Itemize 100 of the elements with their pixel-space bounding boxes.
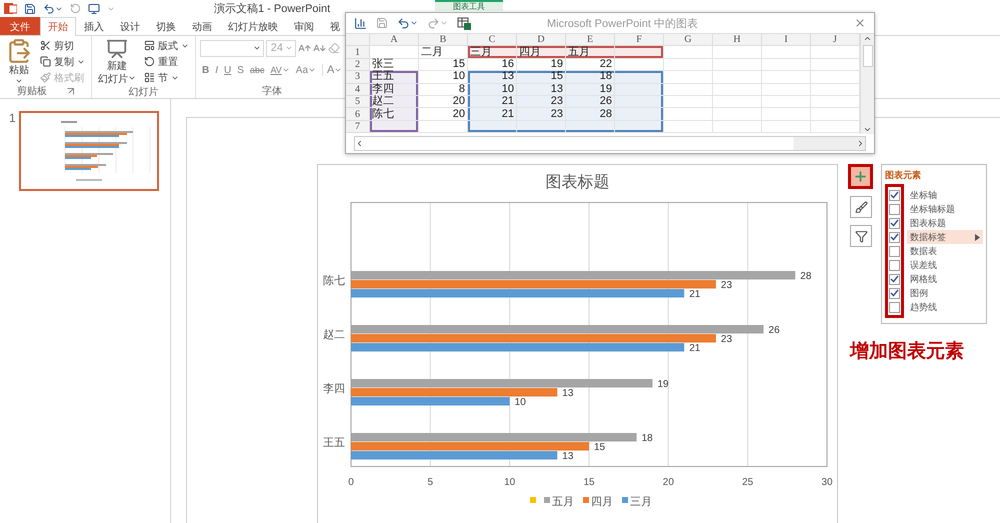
redo-icon[interactable] (427, 16, 440, 30)
column-header[interactable]: J (811, 34, 860, 46)
format-button[interactable]: U (222, 64, 234, 76)
checkbox[interactable] (889, 288, 900, 298)
row-header[interactable]: 1 (346, 46, 370, 59)
checkbox[interactable] (889, 302, 900, 312)
paste-button[interactable]: 粘贴 (4, 38, 34, 85)
column-header[interactable]: F (615, 34, 664, 46)
checkbox[interactable] (889, 218, 900, 228)
chart-element-item[interactable]: 坐标轴 (907, 188, 983, 202)
checkbox[interactable] (889, 246, 900, 256)
scroll-right-icon[interactable] (856, 139, 865, 148)
table-cell (664, 46, 713, 59)
scroll-up-icon[interactable] (863, 34, 872, 43)
dialog-launcher-icon[interactable] (67, 88, 74, 95)
layout-icon (144, 40, 155, 51)
table-cell (762, 96, 811, 108)
table-cell (664, 120, 713, 134)
ribbon-tab[interactable]: 设计 (112, 17, 148, 35)
save-icon[interactable] (24, 2, 36, 14)
table-cell: 18 (566, 71, 615, 84)
category-label: 陈七 (323, 275, 345, 287)
data-label: 18 (642, 433, 653, 444)
table-cell (713, 96, 762, 108)
table-cell (713, 58, 762, 72)
layout-button[interactable]: 版式 (142, 38, 191, 53)
file-tab[interactable]: 文件 (0, 17, 40, 35)
font-name-field[interactable] (200, 40, 264, 56)
scissors-icon (40, 40, 51, 51)
vertical-scrollbar[interactable] (860, 34, 874, 134)
table-cell: 16 (468, 58, 517, 72)
checkbox[interactable] (889, 260, 900, 270)
scroll-down-icon[interactable] (863, 125, 872, 134)
row-header[interactable]: 4 (346, 84, 370, 96)
column-header[interactable]: A (370, 34, 419, 46)
context-tab-label[interactable]: 图表工具 (435, 0, 504, 11)
chart-styles-button[interactable] (850, 196, 872, 218)
row-header[interactable]: 6 (346, 108, 370, 121)
chart-element-item[interactable]: 图表标题 (907, 216, 983, 230)
column-header[interactable]: I (762, 34, 811, 46)
scroll-left-icon[interactable] (355, 139, 364, 148)
horizontal-scrollbar[interactable] (354, 136, 866, 151)
chart-element-item[interactable]: 误差线 (907, 258, 983, 272)
spreadsheet-icon[interactable] (457, 16, 471, 30)
ribbon-tab[interactable]: 开始 (40, 17, 76, 36)
column-header[interactable]: H (713, 34, 762, 46)
table-cell (664, 84, 713, 96)
chart-element-item[interactable]: 图例 (907, 286, 983, 300)
checkbox[interactable] (889, 204, 900, 214)
format-button[interactable]: S (235, 64, 246, 76)
chart-element-item[interactable]: 数据标签 (907, 230, 983, 244)
chart-area[interactable]: 图表标题 陈七 赵二 李四 王五 21 21 10 13 23 23 13 15 28 26 19 18 0 5 10 15 20 25 30 五月 四月 三月 (317, 164, 838, 523)
chart-element-item[interactable]: 坐标轴标题 (907, 202, 983, 216)
format-button[interactable]: B (200, 64, 212, 76)
chart-elements-button[interactable] (848, 164, 873, 189)
undo-icon[interactable] (43, 2, 55, 14)
chart-icon[interactable] (354, 16, 367, 30)
column-header[interactable]: C (468, 34, 517, 46)
table-cell (419, 120, 468, 134)
table-cell: 19 (517, 58, 566, 72)
format-button[interactable]: A (322, 64, 344, 76)
chart-element-item[interactable]: 网格线 (907, 272, 983, 286)
chart-element-item[interactable]: 趋势线 (907, 300, 983, 314)
chart-filter-button[interactable] (850, 225, 872, 247)
ribbon-tab[interactable]: 切换 (148, 17, 184, 35)
redo-icon[interactable] (70, 3, 81, 14)
row-header[interactable]: 5 (346, 96, 370, 108)
checkbox[interactable] (889, 274, 900, 284)
cut-button[interactable]: 剪切 (38, 38, 87, 53)
row-header[interactable]: 3 (346, 71, 370, 84)
format-button[interactable]: I (213, 64, 220, 76)
copy-button[interactable]: 复制 (38, 54, 87, 69)
row-header[interactable]: 2 (346, 58, 370, 72)
data-label: 19 (657, 379, 669, 390)
checkbox[interactable] (889, 190, 900, 200)
reset-button[interactable]: 重置 (142, 54, 191, 69)
row-header[interactable]: 7 (346, 120, 370, 134)
table-cell (762, 108, 811, 121)
section-button[interactable]: 节 (142, 70, 191, 85)
ribbon-tab[interactable]: 幻灯片放映 (220, 17, 286, 35)
column-header[interactable]: D (517, 34, 566, 46)
column-header[interactable]: E (566, 34, 615, 46)
format-button[interactable]: AV (268, 65, 292, 75)
clear-format-icon[interactable] (328, 42, 340, 54)
new-slide-button[interactable]: 新建 幻灯片 (96, 38, 138, 86)
reset-icon (144, 56, 155, 67)
checkbox[interactable] (889, 232, 900, 242)
undo-icon[interactable] (397, 16, 410, 30)
ribbon-tab[interactable]: 审阅 (286, 17, 322, 35)
format-button[interactable]: abc (248, 65, 266, 75)
format-button[interactable]: Aa (294, 64, 318, 76)
chart-element-item[interactable]: 数据表 (907, 244, 983, 258)
ribbon-tab[interactable]: 插入 (76, 17, 112, 35)
column-header[interactable]: G (664, 34, 713, 46)
presenter-icon[interactable] (88, 2, 100, 14)
column-header[interactable]: B (419, 34, 468, 46)
ribbon-tab[interactable]: 视 (322, 17, 348, 35)
ribbon-tab[interactable]: 动画 (184, 17, 220, 35)
close-icon[interactable] (854, 17, 866, 29)
scrollbar-thumb[interactable] (862, 45, 872, 67)
